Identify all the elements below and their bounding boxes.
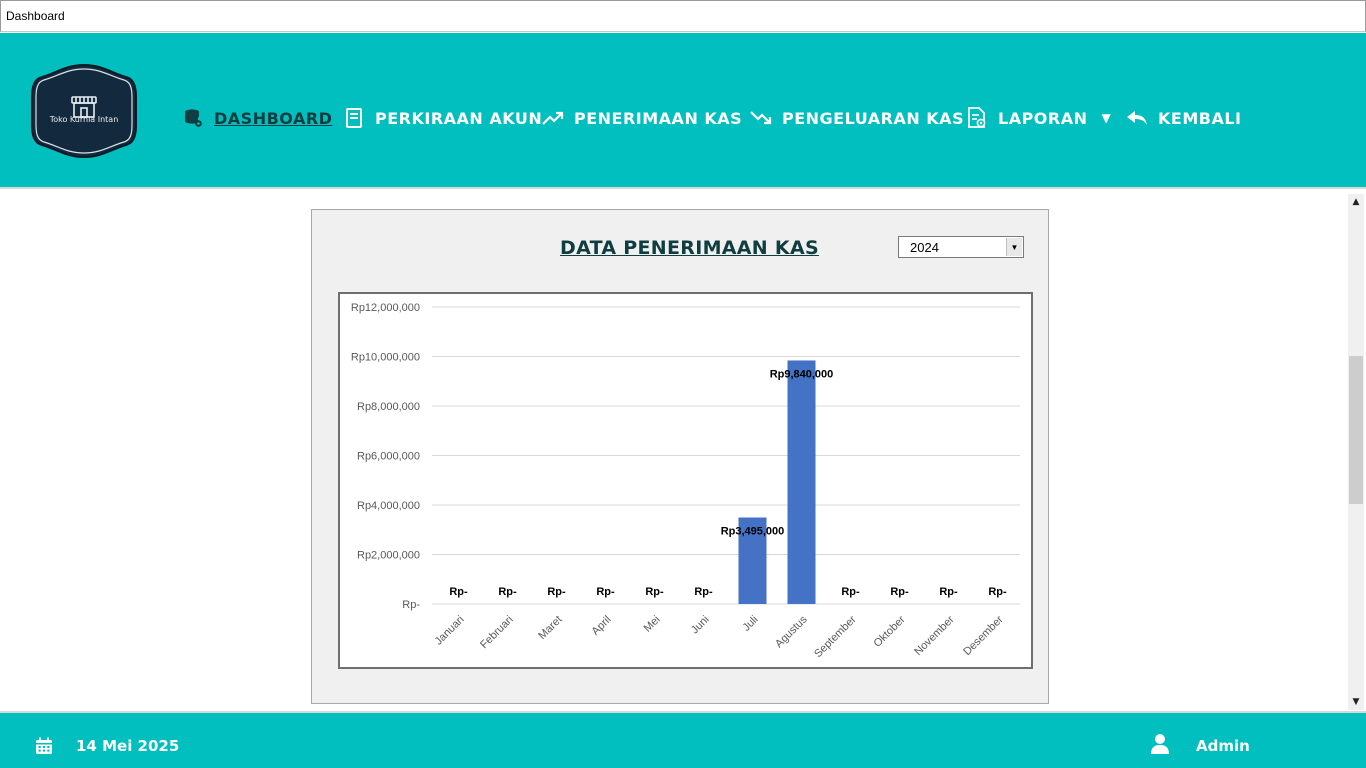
- chevron-down-icon[interactable]: ▼: [1102, 111, 1112, 125]
- x-tick-label: April: [590, 614, 614, 638]
- store-name: Toko Kurnia Intan: [49, 115, 119, 124]
- x-tick-label: Agustus: [773, 613, 810, 650]
- panel-title: DATA PENERIMAAN KAS: [560, 237, 819, 259]
- bar-chart: Rp- Rp2,000,000 Rp4,000,000 Rp6,000,000 Rp8,…: [351, 302, 1020, 660]
- nav-penerimaan-kas[interactable]: PENERIMAAN KAS: [542, 105, 742, 131]
- nav-dashboard[interactable]: DASHBOARD: [182, 105, 332, 131]
- store-logo: Toko Kurnia Intan: [30, 63, 138, 159]
- window-title: Dashboard: [6, 9, 65, 23]
- x-tick-label: Desember: [961, 613, 1006, 658]
- nav-kembali[interactable]: KEMBALI: [1126, 105, 1241, 131]
- dropdown-arrow-icon[interactable]: ▼: [1006, 238, 1022, 256]
- year-select-value: 2024: [910, 240, 939, 255]
- nav-pengeluaran-kas[interactable]: PENGELUARAN KAS: [750, 105, 964, 131]
- data-label: Rp-: [498, 586, 517, 598]
- data-label: Rp-: [645, 586, 664, 598]
- x-tick-label: Oktober: [871, 613, 907, 649]
- data-label: Rp-: [449, 586, 468, 598]
- nav-label-kembali: KEMBALI: [1158, 108, 1242, 128]
- calendar-icon: [36, 737, 52, 754]
- x-tick-label: November: [912, 613, 957, 658]
- data-label: Rp-: [890, 586, 909, 598]
- window-titlebar: Dashboard: [0, 0, 1366, 32]
- y-tick-label: Rp2,000,000: [357, 550, 420, 562]
- y-tick-label: Rp6,000,000: [357, 451, 420, 463]
- data-label: Rp-: [939, 586, 958, 598]
- trend-up-icon: [542, 107, 564, 129]
- nav-laporan[interactable]: LAPORAN ▼: [966, 105, 1111, 131]
- y-tick-label: Rp8,000,000: [357, 401, 420, 413]
- x-tick-label: Februari: [478, 614, 515, 651]
- report-icon: [966, 107, 988, 129]
- x-tick-label: September: [812, 613, 859, 660]
- bar: [787, 360, 816, 604]
- x-tick-label: Januari: [433, 614, 467, 648]
- vertical-scrollbar[interactable]: ▲ ▼: [1348, 194, 1364, 710]
- x-tick-label: Mei: [642, 614, 663, 635]
- year-select[interactable]: 2024 ▼: [898, 236, 1024, 258]
- y-tick-label: Rp4,000,000: [357, 500, 420, 512]
- x-tick-label: Juli: [740, 614, 760, 634]
- y-tick-label: Rp10,000,000: [351, 352, 420, 364]
- data-label: Rp3,495,000: [721, 525, 785, 537]
- scroll-thumb[interactable]: [1349, 356, 1363, 504]
- x-tick-label: Maret: [536, 614, 564, 642]
- nav-label-perkiraan-akun: PERKIRAAN AKUN: [375, 108, 543, 128]
- nav-label-penerimaan-kas: PENERIMAAN KAS: [574, 108, 743, 128]
- current-date: 14 Mei 2025: [76, 737, 180, 755]
- data-label: Rp-: [841, 586, 860, 598]
- data-label: Rp-: [547, 586, 566, 598]
- chart-panel: DATA PENERIMAAN KAS 2024 ▼ Rp- Rp2,000,00…: [311, 209, 1049, 704]
- header-bar: Toko Kurnia Intan DASHBOARD PERKIRAAN AK…: [0, 33, 1366, 189]
- nav-perkiraan-akun[interactable]: PERKIRAAN AKUN: [343, 105, 542, 131]
- data-label: Rp-: [988, 586, 1007, 598]
- scroll-down-arrow-icon[interactable]: ▼: [1348, 694, 1364, 710]
- data-label: Rp9,840,000: [770, 368, 834, 380]
- document-icon: [343, 107, 365, 129]
- database-icon: [182, 107, 204, 129]
- scroll-up-arrow-icon[interactable]: ▲: [1348, 194, 1364, 210]
- logo-badge: [31, 63, 137, 159]
- nav-label-pengeluaran-kas: PENGELUARAN KAS: [782, 108, 965, 128]
- trend-down-icon: [750, 107, 772, 129]
- reply-icon: [1126, 107, 1148, 129]
- data-label: Rp-: [694, 586, 713, 598]
- user-icon: [1151, 734, 1169, 754]
- y-tick-label: Rp-: [402, 599, 420, 611]
- chart-frame: Rp- Rp2,000,000 Rp4,000,000 Rp6,000,000 Rp8,…: [338, 292, 1033, 669]
- nav-label-dashboard: DASHBOARD: [214, 108, 333, 128]
- nav-label-laporan: LAPORAN: [998, 108, 1088, 128]
- y-tick-label: Rp12,000,000: [351, 302, 420, 314]
- current-user: Admin: [1196, 737, 1250, 755]
- footer-bar: 14 Mei 2025 Admin: [0, 711, 1366, 768]
- x-tick-label: Juni: [689, 614, 712, 637]
- data-label: Rp-: [596, 586, 615, 598]
